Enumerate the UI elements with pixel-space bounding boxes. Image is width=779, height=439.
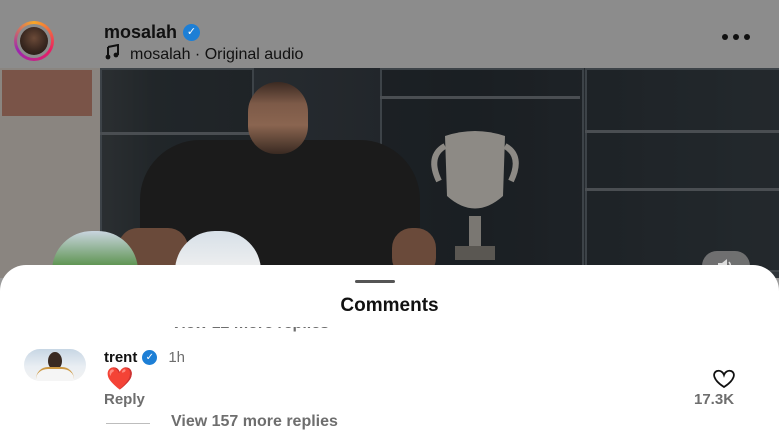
verified-icon: ✓: [142, 350, 158, 365]
profile-avatar[interactable]: [14, 21, 92, 61]
heart-icon[interactable]: [708, 369, 740, 389]
like-count: 17.3K: [694, 391, 735, 408]
more-options-icon[interactable]: [721, 28, 751, 41]
trophy-icon: [425, 126, 525, 276]
comment-avatar[interactable]: [24, 349, 86, 381]
reel-video[interactable]: [0, 68, 779, 278]
comment-time: 1h: [168, 349, 186, 366]
reply-button[interactable]: Reply: [104, 391, 145, 408]
person-head: [248, 82, 308, 154]
sheet-title: Comments: [340, 295, 439, 316]
comment-username[interactable]: trent: [104, 349, 137, 366]
music-note-icon: [104, 43, 120, 65]
audio-label[interactable]: mosalah · Original audio: [130, 46, 303, 64]
post-username-row[interactable]: mosalah ✓: [104, 22, 201, 43]
audio-line[interactable]: mosalah · Original audio: [104, 43, 303, 65]
comments-sheet: View 12 more replies Comments trent ✓ 1h…: [0, 265, 779, 439]
comment-header: trent ✓ 1h: [104, 349, 185, 366]
drag-handle[interactable]: [355, 280, 395, 283]
trophy-cabinet-right: [585, 68, 779, 272]
view-more-replies-button[interactable]: View 157 more replies: [171, 413, 338, 431]
verified-icon: ✓: [183, 24, 201, 41]
post-header: mosalah ✓ mosalah · Original audio: [0, 0, 779, 68]
wall-painting: [2, 70, 92, 116]
replies-divider: [106, 423, 150, 424]
post-username[interactable]: mosalah: [104, 22, 177, 43]
comment-text: ❤️: [106, 366, 134, 391]
